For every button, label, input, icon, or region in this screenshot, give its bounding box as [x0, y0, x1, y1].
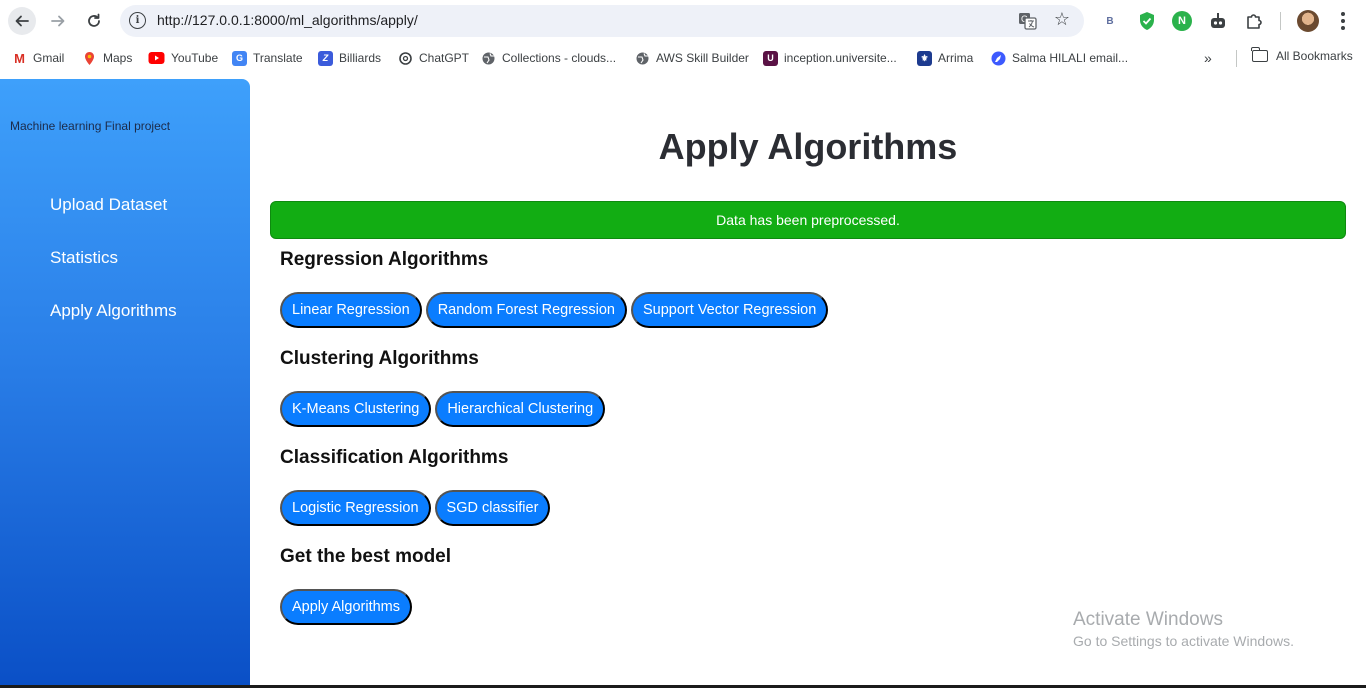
chatgpt-icon — [399, 51, 412, 65]
watermark-title: Activate Windows — [1073, 609, 1223, 630]
best-model-buttons: Apply Algorithms — [280, 589, 412, 625]
shield-extension-icon[interactable] — [1137, 11, 1157, 31]
globe-icon — [482, 52, 495, 64]
bookmark-label: YouTube — [171, 51, 219, 65]
profile-avatar[interactable] — [1297, 10, 1319, 32]
bookmark-salma-email[interactable]: Salma HILALI email... — [991, 49, 1128, 67]
address-bar[interactable]: i http://127.0.0.1:8000/ml_algorithms/ap… — [120, 5, 1084, 37]
back-button[interactable] — [8, 7, 36, 35]
bookmark-label: Gmail — [33, 51, 65, 65]
extension-n-icon[interactable]: N — [1172, 11, 1192, 31]
bookmark-label: Arrima — [938, 51, 974, 65]
logistic-regression-button[interactable]: Logistic Regression — [280, 490, 431, 526]
bookmark-label: Billiards — [339, 51, 382, 65]
forward-button[interactable] — [44, 7, 72, 35]
clustering-heading: Clustering Algorithms — [280, 348, 479, 369]
maps-icon — [85, 51, 94, 65]
translate-icon[interactable]: G — [1018, 11, 1038, 31]
project-title: Machine learning Final project — [10, 119, 171, 133]
sidebar-item-statistics[interactable]: Statistics — [50, 248, 118, 268]
bookmark-label: Collections - clouds... — [502, 51, 617, 65]
all-bookmarks-label: All Bookmarks — [1276, 49, 1353, 63]
bookmark-label: ChatGPT — [419, 51, 470, 65]
browser-menu-icon[interactable] — [1333, 8, 1353, 34]
sgd-classifier-button[interactable]: SGD classifier — [434, 490, 551, 526]
sidebar: Machine learning Final project Upload Da… — [0, 79, 250, 688]
best-model-heading: Get the best model — [280, 546, 452, 567]
bookmark-translate[interactable]: G Translate — [232, 49, 303, 67]
rocket-icon — [991, 51, 1006, 65]
extension-b-icon[interactable]: B — [1100, 11, 1120, 31]
all-bookmarks-button[interactable]: All Bookmarks — [1251, 47, 1353, 63]
watermark-subtitle: Go to Settings to activate Windows. — [1073, 633, 1294, 649]
kmeans-clustering-button[interactable]: K-Means Clustering — [280, 391, 432, 427]
youtube-icon — [148, 52, 165, 64]
hierarchical-clustering-button[interactable]: Hierarchical Clustering — [435, 391, 606, 427]
bookmark-gmail[interactable]: M Gmail — [12, 49, 64, 67]
sidebar-item-apply-algorithms[interactable]: Apply Algorithms — [50, 301, 177, 321]
bookmark-chatgpt[interactable]: ChatGPT — [398, 49, 469, 67]
folder-icon — [1251, 47, 1268, 62]
bot-extension-icon[interactable] — [1208, 11, 1228, 31]
site-info-icon[interactable]: i — [129, 12, 146, 29]
classification-heading: Classification Algorithms — [280, 447, 509, 468]
bookmark-aws-skill-builder[interactable]: AWS Skill Builder — [635, 49, 749, 67]
reload-icon — [88, 13, 100, 27]
success-alert: Data has been preprocessed. — [270, 201, 1346, 239]
bookmark-label: Salma HILALI email... — [1012, 51, 1129, 65]
more-bookmarks-button[interactable]: » — [1204, 50, 1212, 66]
bookmarks-divider — [1236, 50, 1237, 67]
u-icon: U — [763, 50, 778, 66]
arrima-icon: ⚜ — [917, 50, 932, 66]
billiards-icon: Z — [318, 50, 333, 66]
gmail-icon: M — [12, 50, 27, 66]
linear-regression-button[interactable]: Linear Regression — [280, 292, 422, 328]
apply-algorithms-button[interactable]: Apply Algorithms — [280, 589, 412, 625]
arrow-left-icon — [15, 15, 29, 27]
clustering-buttons: K-Means Clustering Hierarchical Clusteri… — [280, 391, 606, 427]
random-forest-regression-button[interactable]: Random Forest Regression — [425, 292, 627, 328]
classification-buttons: Logistic Regression SGD classifier — [280, 490, 551, 526]
bookmark-label: AWS Skill Builder — [656, 51, 749, 65]
bookmark-arrima[interactable]: ⚜ Arrima — [917, 49, 973, 67]
toolbar-divider — [1280, 12, 1281, 30]
arrow-right-icon — [51, 15, 65, 27]
globe-icon — [636, 52, 649, 64]
bookmark-billiards[interactable]: Z Billiards — [318, 49, 381, 67]
browser-chrome: i http://127.0.0.1:8000/ml_algorithms/ap… — [0, 0, 1366, 78]
browser-toolbar: i http://127.0.0.1:8000/ml_algorithms/ap… — [0, 0, 1366, 42]
main-content: Apply Algorithms Data has been preproces… — [250, 79, 1366, 688]
bookmarks-bar: M Gmail Maps YouTube G Translate Z Billi… — [0, 45, 1366, 71]
bookmark-maps[interactable]: Maps — [82, 49, 132, 67]
regression-heading: Regression Algorithms — [280, 249, 489, 270]
activate-windows-watermark: Activate Windows Go to Settings to activ… — [1073, 609, 1294, 649]
reload-button[interactable] — [80, 7, 108, 35]
bookmark-inception[interactable]: U inception.universite... — [763, 49, 897, 67]
regression-buttons: Linear Regression Random Forest Regressi… — [280, 292, 829, 328]
bookmark-youtube[interactable]: YouTube — [148, 49, 218, 67]
bookmark-label: Maps — [103, 51, 133, 65]
bookmark-label: inception.universite... — [784, 51, 897, 65]
sidebar-item-upload-dataset[interactable]: Upload Dataset — [50, 195, 167, 215]
translate-icon: G — [232, 50, 247, 66]
url-text[interactable]: http://127.0.0.1:8000/ml_algorithms/appl… — [157, 12, 418, 28]
support-vector-regression-button[interactable]: Support Vector Regression — [631, 292, 829, 328]
bookmark-collections[interactable]: Collections - clouds... — [481, 49, 616, 67]
extensions-puzzle-icon[interactable] — [1244, 11, 1264, 31]
bookmark-label: Translate — [253, 51, 303, 65]
page-title: Apply Algorithms — [658, 126, 958, 167]
bookmark-star-icon[interactable]: ☆ — [1054, 9, 1070, 30]
